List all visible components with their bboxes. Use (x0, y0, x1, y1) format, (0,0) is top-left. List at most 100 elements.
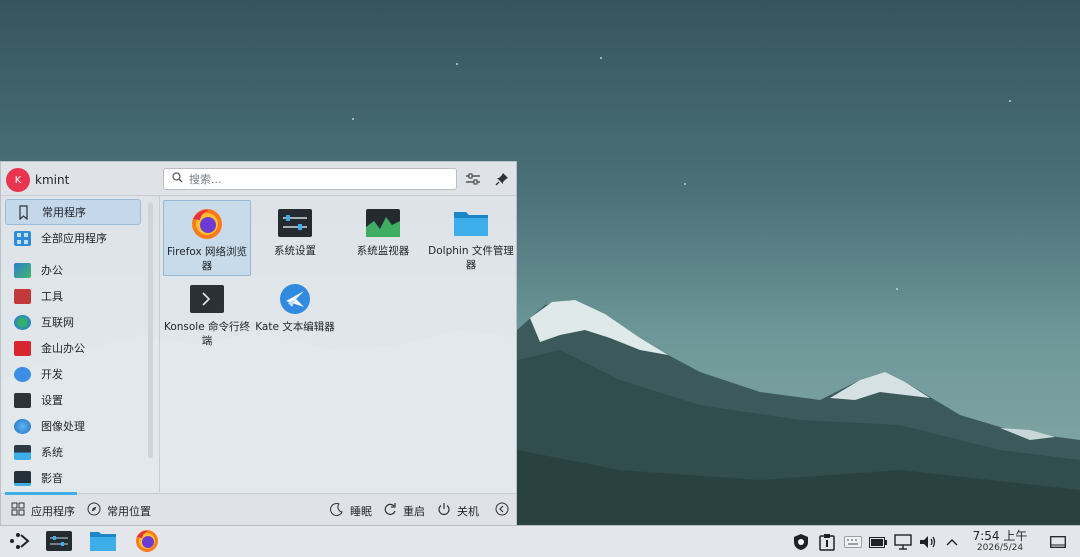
launcher-button[interactable] (4, 529, 34, 555)
sidebar-divider (159, 196, 160, 492)
task-system-settings[interactable] (44, 529, 74, 555)
office-icon (14, 262, 31, 278)
bookmark-icon (15, 204, 32, 220)
globe-icon (14, 314, 31, 330)
category-label: 工具 (41, 290, 63, 303)
shutdown-label: 关机 (457, 504, 479, 518)
more-actions-button[interactable] (495, 502, 509, 519)
category-label: 影音 (41, 472, 63, 485)
category-wps[interactable]: 金山办公 (5, 335, 141, 361)
sidebar-scrollbar[interactable] (148, 202, 153, 458)
app-konsole[interactable]: Konsole 命令行终端 (163, 276, 251, 352)
category-graphics[interactable]: 图像处理 (5, 413, 141, 439)
tab-applications[interactable]: 应用程序 (11, 502, 75, 519)
app-launcher-icon (8, 531, 30, 554)
pin-icon[interactable] (493, 170, 511, 188)
task-firefox[interactable] (132, 529, 162, 555)
app-system-settings[interactable]: 系统设置 (251, 200, 339, 276)
configure-icon[interactable] (464, 170, 482, 188)
app-label: Dolphin 文件管理器 (428, 245, 514, 271)
system-monitor-icon (365, 206, 401, 240)
tab-label: 应用程序 (31, 504, 75, 518)
power-icon (437, 502, 451, 519)
system-settings-icon (46, 530, 72, 554)
all-apps-icon (14, 230, 31, 246)
security-shield-icon[interactable] (791, 532, 811, 552)
search-icon (172, 172, 183, 186)
clock-date: 2026/5/24 (976, 543, 1024, 553)
active-tab-indicator (5, 492, 77, 495)
category-sidebar: 常用程序 全部应用程序 办公 工具 互联网 金山办公 开发 设置 图像处理 系统… (1, 199, 145, 491)
grid-icon (11, 502, 25, 519)
wps-icon (14, 340, 31, 356)
user-name: kmint (35, 173, 70, 187)
application-launcher: K kmint 常用程序 全部应用程序 (0, 161, 517, 525)
firefox-icon (134, 529, 160, 556)
category-label: 系统 (41, 446, 63, 459)
system-settings-icon (277, 206, 313, 240)
sleep-button[interactable]: 睡眠 (330, 502, 372, 519)
category-favorites[interactable]: 常用程序 (5, 199, 141, 225)
category-label: 办公 (41, 264, 63, 277)
folder-icon (89, 530, 117, 555)
app-label: 系统设置 (274, 245, 316, 257)
app-dolphin[interactable]: Dolphin 文件管理器 (427, 200, 515, 276)
system-icon (14, 444, 31, 460)
folder-icon (453, 206, 489, 240)
category-label: 金山办公 (41, 342, 85, 355)
taskbar-panel: 7:54 上午 2026/5/24 (0, 525, 1080, 557)
app-label: Konsole 命令行终端 (163, 321, 251, 347)
restart-button[interactable]: 重启 (383, 502, 425, 519)
volume-icon[interactable] (918, 532, 938, 552)
category-settings[interactable]: 设置 (5, 387, 141, 413)
terminal-icon (189, 282, 225, 316)
app-label: 系统监视器 (356, 245, 410, 257)
category-label: 开发 (41, 368, 63, 381)
toolbox-icon (14, 288, 31, 304)
category-system[interactable]: 系统 (5, 439, 141, 465)
show-desktop-icon[interactable] (1048, 532, 1068, 552)
category-development[interactable]: 开发 (5, 361, 141, 387)
category-internet[interactable]: 互联网 (5, 309, 141, 335)
category-all-apps[interactable]: 全部应用程序 (5, 225, 141, 251)
clipboard-icon[interactable] (817, 532, 837, 552)
category-label: 全部应用程序 (41, 232, 107, 245)
launcher-header: K kmint (1, 162, 516, 196)
compass-icon (87, 502, 101, 519)
user-avatar[interactable]: K (6, 168, 30, 192)
chevron-left-icon (495, 502, 509, 519)
battery-icon[interactable] (868, 532, 888, 552)
category-label: 图像处理 (41, 420, 85, 433)
tab-places[interactable]: 常用位置 (87, 502, 151, 519)
digital-clock[interactable]: 7:54 上午 2026/5/24 (966, 530, 1034, 554)
app-system-monitor[interactable]: 系统监视器 (339, 200, 427, 276)
category-utilities[interactable]: 工具 (5, 283, 141, 309)
launcher-footer: 应用程序 常用位置 睡眠 重启 关机 (1, 492, 516, 525)
category-label: 常用程序 (42, 206, 86, 219)
network-icon[interactable] (893, 532, 913, 552)
shutdown-button[interactable]: 关机 (437, 502, 479, 519)
app-firefox[interactable]: Firefox 网络浏览器 (163, 200, 251, 276)
graphics-icon (14, 418, 31, 434)
restart-icon (383, 502, 397, 519)
chevron-up-icon[interactable] (942, 532, 962, 552)
clock-time: 7:54 上午 (972, 529, 1028, 543)
app-label: Kate 文本编辑器 (255, 321, 335, 333)
category-label: 互联网 (41, 316, 74, 329)
tab-label: 常用位置 (107, 504, 151, 518)
settings-icon (14, 392, 31, 408)
sleep-label: 睡眠 (350, 504, 372, 518)
firefox-icon (189, 207, 225, 241)
category-label: 设置 (41, 394, 63, 407)
multimedia-icon (14, 470, 31, 486)
keyboard-icon[interactable] (843, 532, 863, 552)
task-dolphin[interactable] (88, 529, 118, 555)
app-kate[interactable]: Kate 文本编辑器 (251, 276, 339, 352)
category-office[interactable]: 办公 (5, 257, 141, 283)
search-input[interactable] (189, 172, 429, 186)
moon-icon (330, 502, 344, 519)
kate-icon (277, 282, 313, 316)
app-label: Firefox 网络浏览器 (166, 246, 248, 272)
category-multimedia[interactable]: 影音 (5, 465, 141, 491)
search-box[interactable] (163, 168, 457, 190)
